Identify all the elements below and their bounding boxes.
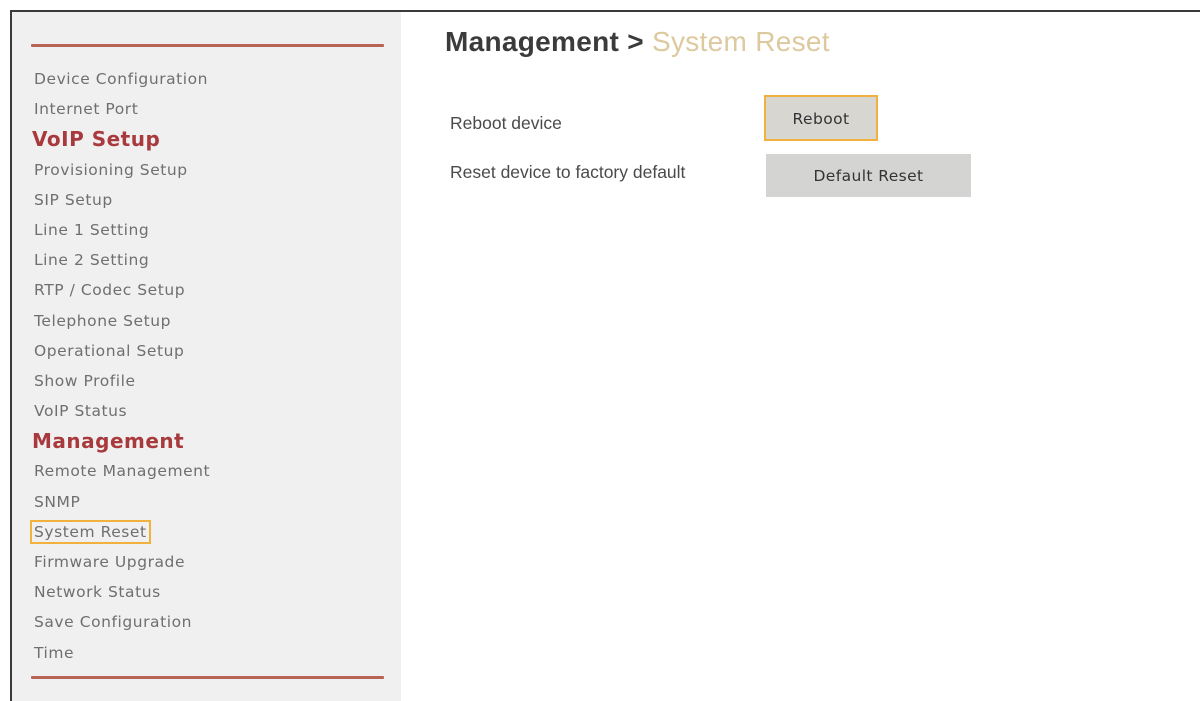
sidebar-item-label: Network Status: [34, 583, 161, 602]
sidebar-divider-bottom: [31, 676, 384, 679]
sidebar-item-show-profile[interactable]: Show Profile: [32, 366, 212, 396]
sidebar-item-system-reset[interactable]: System Reset: [30, 517, 212, 547]
sidebar-item-label: Time: [34, 643, 75, 662]
sidebar-item-label: Save Configuration: [34, 613, 192, 632]
sidebar-item-save-configuration[interactable]: Save Configuration: [32, 607, 212, 637]
sidebar-nav: Device Configuration Internet Port VoIP Se…: [30, 64, 212, 668]
sidebar-item-device-configuration[interactable]: Device Configuration: [32, 64, 212, 94]
sidebar-item-label: Device Configuration: [34, 70, 209, 88]
sidebar-divider-top: [31, 44, 384, 47]
default-reset-button[interactable]: Default Reset: [766, 154, 971, 197]
sidebar-item-line-2-setting[interactable]: Line 2 Setting: [32, 245, 212, 275]
page-frame: Device Configuration Internet Port VoIP Se…: [0, 0, 1200, 701]
sidebar-item-label: VoIP Status: [34, 402, 128, 421]
sidebar: Device Configuration Internet Port VoIP Se…: [12, 12, 401, 701]
sidebar-item-operational-setup[interactable]: Operational Setup: [32, 336, 212, 366]
sidebar-item-label: Telephone Setup: [34, 311, 172, 330]
title-separator: >: [619, 26, 652, 57]
sidebar-item-internet-port[interactable]: Internet Port: [32, 94, 212, 124]
sidebar-item-label: Show Profile: [34, 371, 136, 390]
sidebar-item-snmp[interactable]: SNMP: [32, 487, 212, 517]
sidebar-item-rtp-codec-setup[interactable]: RTP / Codec Setup: [32, 275, 212, 305]
title-section: Management: [445, 26, 620, 57]
sidebar-item-network-status[interactable]: Network Status: [32, 577, 212, 607]
sidebar-item-sip-setup[interactable]: SIP Setup: [32, 185, 212, 215]
sidebar-item-label: SNMP: [34, 492, 81, 511]
sidebar-item-label: Remote Management: [34, 462, 211, 481]
sidebar-item-label: RTP / Codec Setup: [34, 281, 186, 300]
sidebar-item-provisioning-setup[interactable]: Provisioning Setup: [32, 155, 212, 185]
sidebar-item-label: Internet Port: [34, 100, 139, 119]
sidebar-item-remote-management[interactable]: Remote Management: [32, 456, 212, 486]
sidebar-item-label: SIP Setup: [34, 190, 113, 209]
sidebar-item-time[interactable]: Time: [32, 638, 212, 668]
reboot-button[interactable]: Reboot: [764, 95, 878, 141]
sidebar-item-label: Operational Setup: [34, 341, 185, 360]
sidebar-section-voip-setup: VoIP Setup: [32, 127, 161, 152]
sidebar-item-line-1-setting[interactable]: Line 1 Setting: [32, 215, 212, 245]
sidebar-item-label: Provisioning Setup: [34, 160, 188, 179]
main-content: Management > System Reset Reboot device …: [445, 22, 971, 197]
sidebar-item-label: Line 1 Setting: [34, 220, 150, 239]
sidebar-section-management: Management: [32, 429, 185, 454]
sidebar-item-label: Line 2 Setting: [34, 251, 150, 270]
sidebar-item-telephone-setup[interactable]: Telephone Setup: [32, 306, 212, 336]
page-title: Management > System Reset: [445, 22, 830, 62]
factory-reset-label: Reset device to factory default: [450, 162, 686, 182]
sidebar-item-label: System Reset: [30, 519, 151, 544]
title-current-page: System Reset: [651, 26, 830, 57]
reboot-device-label: Reboot device: [450, 113, 562, 133]
sidebar-item-voip-status[interactable]: VoIP Status: [32, 396, 212, 426]
sidebar-item-firmware-upgrade[interactable]: Firmware Upgrade: [32, 547, 212, 577]
sidebar-item-label: Firmware Upgrade: [34, 553, 186, 571]
